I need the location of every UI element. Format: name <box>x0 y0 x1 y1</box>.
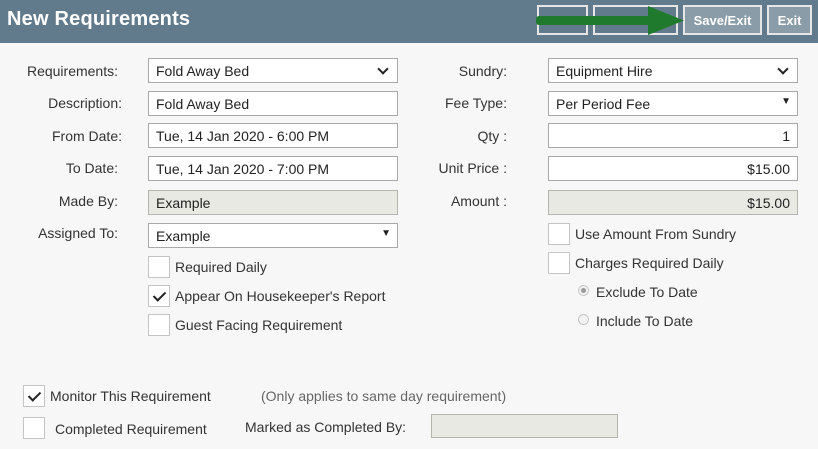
made-by-label: Made By: <box>58 193 118 209</box>
guest-facing-label: Guest Facing Requirement <box>175 317 343 333</box>
chevron-down-icon <box>777 63 789 75</box>
to-date-label: To Date: <box>65 160 118 176</box>
marked-completed-by-field <box>431 414 618 438</box>
description-input[interactable]: Fold Away Bed <box>148 91 398 116</box>
completed-requirement-label: Completed Requirement <box>55 421 207 437</box>
sundry-select[interactable]: Equipment Hire <box>548 58 798 83</box>
exclude-to-date-label: Exclude To Date <box>596 284 698 300</box>
appear-housekeeper-label: Appear On Housekeeper's Report <box>175 288 386 304</box>
exclude-to-date-radio[interactable] <box>578 285 589 296</box>
qty-label: Qty : <box>477 128 507 144</box>
completed-requirement-checkbox[interactable] <box>23 417 45 439</box>
radio-selected-icon <box>581 288 586 293</box>
assigned-to-value: Example <box>156 227 211 244</box>
sundry-label: Sundry: <box>458 63 507 79</box>
description-label: Description: <box>48 95 122 111</box>
from-date-label: From Date: <box>51 128 122 144</box>
caret-down-icon: ▼ <box>381 228 391 239</box>
guest-facing-checkbox[interactable] <box>148 314 170 336</box>
use-amount-from-sundry-label: Use Amount From Sundry <box>575 226 737 242</box>
unit-price-label: Unit Price : <box>438 160 507 176</box>
monitor-requirement-label: Monitor This Requirement <box>50 388 211 404</box>
to-date-value: Tue, 14 Jan 2020 - 7:00 PM <box>156 160 330 177</box>
description-value: Fold Away Bed <box>156 95 250 112</box>
amount-value: $15.00 <box>747 194 790 211</box>
requirements-label: Requirements: <box>26 63 118 79</box>
assigned-to-label: Assigned To: <box>38 225 118 241</box>
from-date-value: Tue, 14 Jan 2020 - 6:00 PM <box>156 127 330 144</box>
fee-type-label: Fee Type: <box>444 95 507 111</box>
include-to-date-radio[interactable] <box>578 314 589 325</box>
requirements-value: Fold Away Bed <box>156 62 250 79</box>
required-daily-checkbox[interactable] <box>148 256 170 278</box>
fee-type-select[interactable]: Per Period Fee ▼ <box>548 91 798 116</box>
marked-completed-by-label: Marked as Completed By: <box>245 419 407 435</box>
fee-type-value: Per Period Fee <box>556 95 651 112</box>
monitor-requirement-checkbox[interactable] <box>23 385 45 407</box>
unit-price-value: $15.00 <box>747 160 790 177</box>
arrow-annotation-icon <box>536 6 684 35</box>
checkmark-icon <box>152 288 167 302</box>
qty-value: 1 <box>782 127 790 144</box>
sundry-value: Equipment Hire <box>556 62 653 79</box>
caret-down-icon: ▼ <box>781 96 791 107</box>
amount-label: Amount : <box>450 193 507 209</box>
checkmark-icon <box>27 388 42 402</box>
qty-input[interactable]: 1 <box>548 123 798 148</box>
charges-required-daily-label: Charges Required Daily <box>575 255 724 271</box>
unit-price-input[interactable]: $15.00 <box>548 156 798 181</box>
include-to-date-label: Include To Date <box>596 313 694 329</box>
made-by-value: Example <box>156 194 211 211</box>
save-exit-button[interactable]: Save/Exit <box>683 5 762 35</box>
required-daily-label: Required Daily <box>175 259 267 275</box>
assigned-to-select[interactable]: Example ▼ <box>148 223 398 248</box>
header-bar: New Requirements Save/Exit Exit <box>0 0 818 43</box>
exit-button[interactable]: Exit <box>767 5 812 35</box>
to-date-input[interactable]: Tue, 14 Jan 2020 - 7:00 PM <box>148 156 398 181</box>
from-date-input[interactable]: Tue, 14 Jan 2020 - 6:00 PM <box>148 123 398 148</box>
charges-required-daily-checkbox[interactable] <box>548 252 570 274</box>
use-amount-from-sundry-checkbox[interactable] <box>548 223 570 245</box>
appear-housekeeper-checkbox[interactable] <box>148 285 170 307</box>
amount-field: $15.00 <box>548 190 798 215</box>
made-by-field: Example <box>148 190 398 215</box>
monitor-note: (Only applies to same day requirement) <box>261 388 507 404</box>
chevron-down-icon <box>377 63 389 75</box>
requirements-select[interactable]: Fold Away Bed <box>148 58 398 83</box>
page-title: New Requirements <box>7 8 191 30</box>
